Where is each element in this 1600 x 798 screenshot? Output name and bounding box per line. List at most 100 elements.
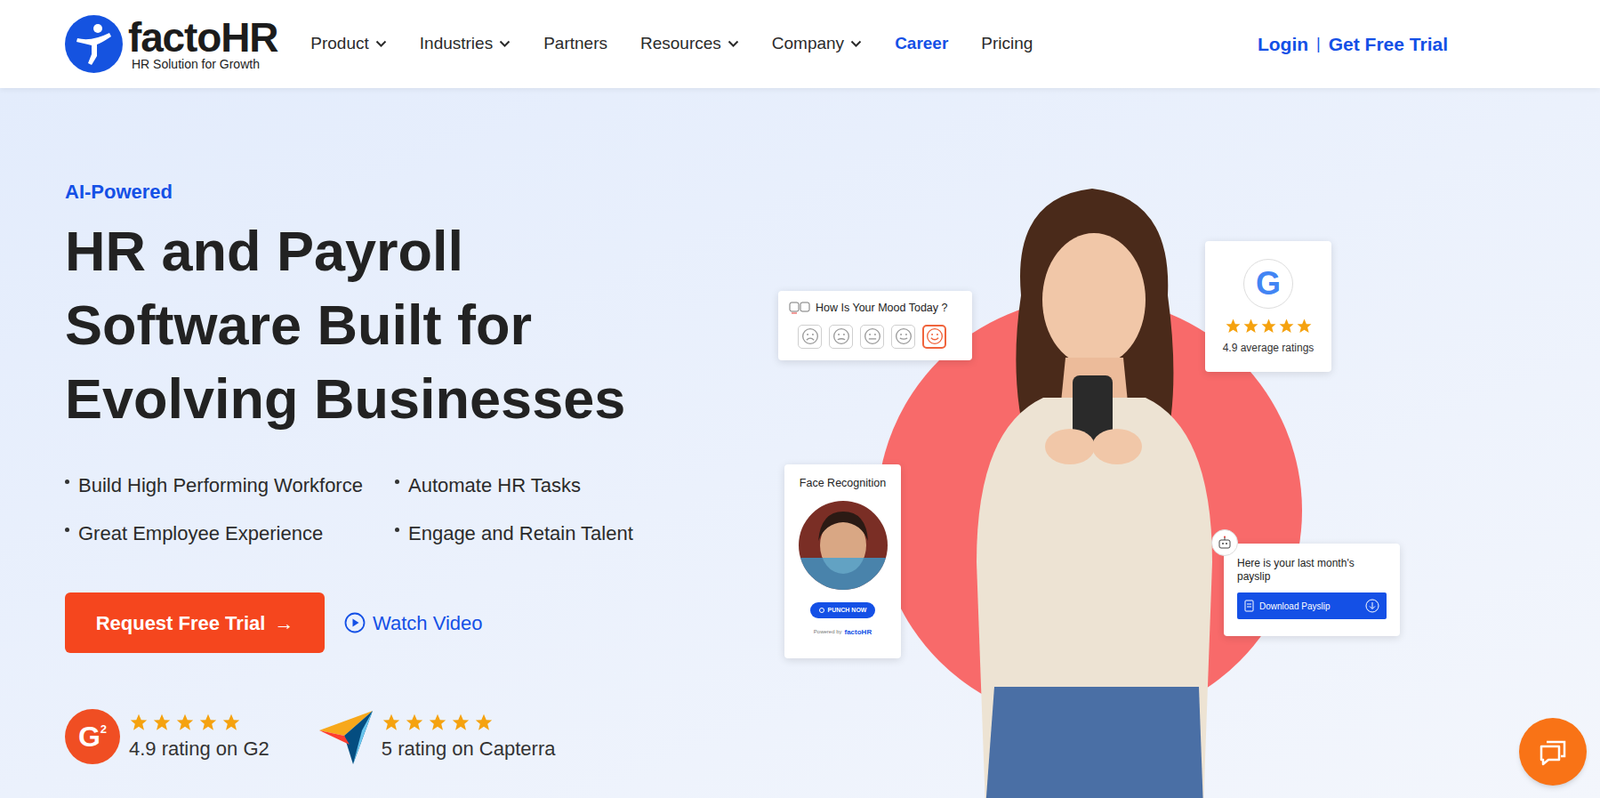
- star-rating: [1224, 317, 1313, 335]
- nav-item[interactable]: Industries: [419, 31, 511, 57]
- hero-title-line: Software Built for: [64, 288, 741, 362]
- bullet-dot: [394, 527, 400, 532]
- nav-item[interactable]: Career: [894, 31, 949, 57]
- hero-actions: Request Free Trial→ Watch Video: [64, 592, 741, 653]
- powered-by: Powered byfactoHR: [813, 627, 872, 638]
- face-icon: [801, 327, 820, 346]
- ratings: G2 4.9 rating on G2 5 rating on Capterra: [64, 708, 741, 764]
- star-icon: [198, 712, 218, 732]
- rating-text: 5 rating on Capterra: [381, 737, 556, 761]
- mood-option[interactable]: [797, 324, 822, 349]
- separator: |: [1316, 32, 1321, 57]
- header: factoHRHR Solution for Growth Product Indu…: [0, 0, 1600, 89]
- nav-item[interactable]: Partners: [543, 31, 608, 57]
- nav-item[interactable]: Resources: [640, 31, 740, 57]
- star-rating: [128, 712, 270, 732]
- chat-faces-icon: [788, 301, 811, 314]
- face-icon: [894, 327, 913, 346]
- chevron-down-icon: [850, 40, 862, 49]
- chevron-down-icon: [375, 40, 387, 49]
- rating-item: G2 4.9 rating on G2: [64, 708, 270, 764]
- feature-item: Engage and Retain Talent: [394, 508, 741, 557]
- star-icon: [1260, 317, 1278, 335]
- robot-icon: [1216, 534, 1233, 551]
- download-payslip-button[interactable]: Download Payslip: [1237, 592, 1387, 620]
- document-icon: [1244, 599, 1255, 612]
- mood-option[interactable]: [891, 324, 916, 349]
- rating-item: 5 rating on Capterra: [317, 708, 556, 764]
- logo-tagline: HR Solution for Growth: [128, 56, 278, 72]
- nav-label: Product: [310, 31, 369, 57]
- main-nav: Product Industries Partners Resources Compan…: [310, 31, 1033, 57]
- nav-label: Resources: [640, 31, 722, 57]
- logo-person-icon: [64, 15, 123, 73]
- star-icon: [474, 712, 494, 732]
- nav-label: Pricing: [980, 31, 1033, 57]
- chevron-down-icon: [498, 40, 511, 49]
- payslip-card: Here is your last month's payslip Downloa…: [1223, 543, 1400, 636]
- star-icon: [450, 712, 471, 732]
- bullet-dot: [64, 527, 70, 532]
- face-icon: [832, 327, 851, 346]
- capterra-logo-icon: [317, 708, 373, 764]
- star-icon: [152, 712, 172, 732]
- nav-item[interactable]: Pricing: [980, 31, 1033, 57]
- star-icon: [1242, 317, 1260, 335]
- payslip-message: Here is your last month's payslip: [1237, 556, 1387, 584]
- nav-item[interactable]: Company: [771, 31, 862, 57]
- star-icon: [427, 712, 448, 732]
- hero-title-line: Evolving Businesses: [64, 361, 741, 436]
- face-card-title: Face Recognition: [799, 474, 886, 492]
- google-rating-card: G4.9 average ratings: [1205, 241, 1332, 372]
- mood-title: How Is Your Mood Today ?: [815, 299, 948, 317]
- mood-option[interactable]: [828, 324, 853, 349]
- feature-item: Great Employee Experience: [64, 508, 395, 557]
- rating-text: 4.9 rating on G2: [128, 737, 270, 761]
- bot-avatar: [1211, 529, 1239, 556]
- target-icon: [819, 607, 825, 613]
- star-icon: [404, 712, 425, 732]
- google-logo: G: [1243, 258, 1294, 309]
- mood-card: How Is Your Mood Today ?: [778, 290, 973, 361]
- face-icon: [863, 327, 882, 346]
- hero-visual: How Is Your Mood Today ? G4.9 average rat…: [740, 88, 1600, 798]
- mood-options: [778, 324, 973, 349]
- request-trial-button[interactable]: Request Free Trial→: [64, 592, 325, 653]
- punch-now-button[interactable]: PUNCH NOW: [810, 602, 877, 619]
- hero: AI-Powered HR and PayrollSoftware Built f…: [0, 88, 1600, 798]
- feature-item: Automate HR Tasks: [394, 460, 741, 509]
- auth-links: Login | Get Free Trial: [1257, 30, 1448, 59]
- hero-photo: [958, 188, 1226, 798]
- star-icon: [175, 712, 195, 732]
- arrow-icon: →: [273, 608, 294, 638]
- chat-button[interactable]: [1519, 717, 1587, 786]
- nav-label: Partners: [543, 31, 608, 57]
- play-circle-icon: [344, 611, 366, 634]
- face-icon: [925, 327, 944, 346]
- star-icon: [1295, 317, 1313, 335]
- star-icon: [1224, 317, 1242, 335]
- g2-logo: G2: [64, 708, 121, 764]
- nav-label: Industries: [419, 31, 493, 57]
- hero-title: HR and PayrollSoftware Built forEvolving…: [64, 214, 741, 436]
- hero-text: AI-Powered HR and PayrollSoftware Built f…: [0, 88, 741, 798]
- nav-item[interactable]: Product: [310, 31, 386, 57]
- mood-option[interactable]: [922, 324, 947, 349]
- star-icon: [221, 712, 242, 732]
- download-icon: [1365, 598, 1380, 613]
- nav-label: Company: [771, 31, 845, 57]
- bullet-dot: [394, 479, 400, 484]
- chevron-down-icon: [727, 40, 740, 49]
- nav-label: Career: [894, 31, 949, 57]
- free-trial-link[interactable]: Get Free Trial: [1328, 30, 1448, 59]
- star-icon: [381, 712, 402, 732]
- page: factoHRHR Solution for Growth Product Indu…: [0, 0, 1600, 798]
- logo[interactable]: factoHRHR Solution for Growth: [64, 15, 278, 73]
- hero-eyebrow: AI-Powered: [64, 179, 741, 205]
- login-link[interactable]: Login: [1257, 30, 1309, 59]
- chat-icon: [1537, 736, 1568, 767]
- logo-name: factoHR: [128, 17, 278, 57]
- mood-option[interactable]: [860, 324, 885, 349]
- watch-video-link[interactable]: Watch Video: [344, 608, 483, 638]
- feature-list: Build High Performing WorkforceAutomate …: [64, 460, 741, 557]
